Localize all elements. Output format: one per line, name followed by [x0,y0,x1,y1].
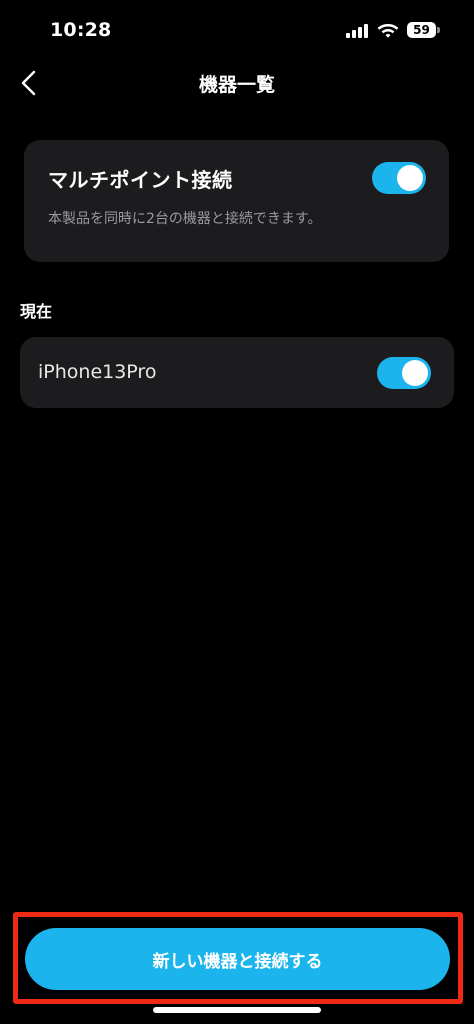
current-device-row[interactable]: iPhone13Pro [20,337,454,408]
battery-level: 59 [413,23,430,37]
wifi-icon [377,24,399,38]
battery-icon: 59 [407,22,436,38]
connect-new-device-button[interactable]: 新しい機器と接続する [25,928,450,990]
battery-cap [437,27,440,33]
multipoint-toggle[interactable] [372,162,426,194]
multipoint-card: マルチポイント接続 本製品を同時に2台の機器と接続できます。 [24,140,449,262]
home-indicator [153,1007,321,1013]
screen: 10:28 59 機器一覧 マルチポイント接続 本製品を同時に2台の機器と接続で… [0,0,474,1024]
device-name: iPhone13Pro [38,361,157,383]
status-time: 10:28 [50,19,112,41]
device-connection-toggle[interactable] [377,357,431,389]
current-section-label: 現在 [20,302,53,321]
toggle-knob [402,360,428,386]
page-title: 機器一覧 [198,74,275,96]
multipoint-description: 本製品を同時に2台の機器と接続できます。 [48,211,322,227]
cellular-signal-icon [346,24,370,38]
status-bar: 10:28 59 [0,0,474,60]
toggle-knob [397,165,423,191]
multipoint-title: マルチポイント接続 [48,168,233,192]
